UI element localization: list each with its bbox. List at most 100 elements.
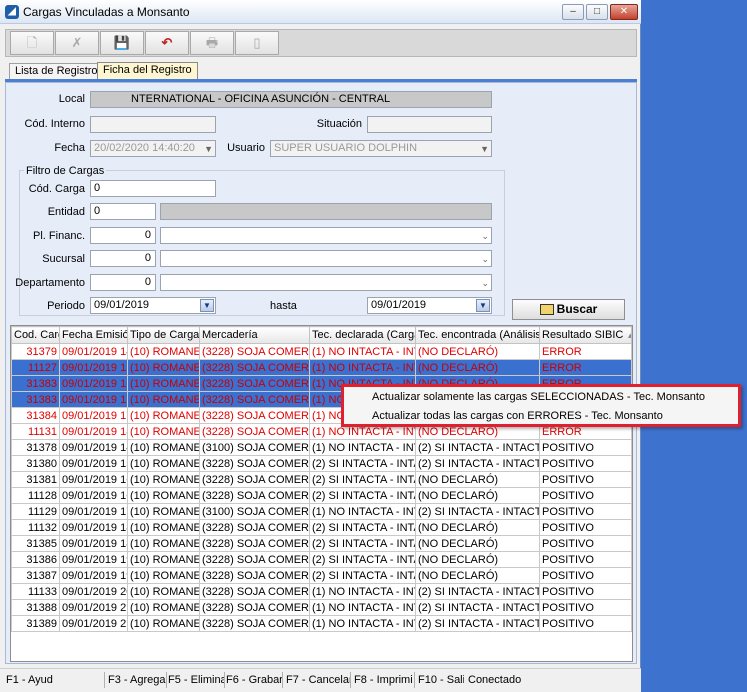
column-header[interactable]: Mercadería (199, 326, 310, 344)
table-cell: (1) NO INTACTA - INTA (309, 599, 416, 616)
tab-ficha-registro[interactable]: Ficha del Registro (97, 62, 198, 80)
menu-item-update-errors[interactable]: Actualizar todas las cargas con ERRORES … (372, 408, 663, 425)
table-cell: POSITIVO (539, 503, 632, 520)
table-row[interactable]: 3138609/01/2019 19(10) ROMANEO(3228) SOJ… (11, 551, 632, 568)
entidad-input[interactable]: 0 (90, 203, 156, 220)
pl-financ-input[interactable]: 0 (90, 227, 156, 244)
table-row[interactable]: 1112809/01/2019 16(10) ROMANEO(3228) SOJ… (11, 487, 632, 504)
table-row[interactable]: 1112909/01/2019 17(10) ROMANEO(3100) SOJ… (11, 503, 632, 520)
column-header[interactable]: Tec. encontrada (Análisis) (415, 326, 540, 344)
table-row[interactable]: 1113209/01/2019 18(10) ROMANEO(3228) SOJ… (11, 519, 632, 536)
table-cell: 09/01/2019 15 (59, 455, 128, 472)
table-row[interactable]: 3138909/01/2019 21(10) ROMANEO(3228) SOJ… (11, 615, 632, 632)
results-grid[interactable]: Cod. Carg Fecha Emisión Tipo de Carga Me… (10, 325, 633, 662)
table-cell: (10) ROMANEO (127, 359, 200, 376)
calendar-dropdown-icon[interactable]: ▼ (476, 299, 490, 312)
delete-icon[interactable]: ✗ (55, 31, 99, 55)
menu-item-update-selected[interactable]: Actualizar solamente las cargas SELECCIO… (372, 389, 705, 406)
table-row[interactable]: 3138109/01/2019 16(10) ROMANEO(3228) SOJ… (11, 471, 632, 488)
table-row[interactable]: 3138709/01/2019 19(10) ROMANEO(3228) SOJ… (11, 567, 632, 584)
column-header-sorted[interactable]: Resultado SIBIC ▲ (539, 326, 632, 344)
new-doc-icon[interactable]: 🗋 (10, 31, 54, 55)
undo-icon[interactable]: ↶ (145, 31, 189, 55)
search-button[interactable]: Buscar (512, 299, 625, 320)
table-row[interactable]: 3137809/01/2019 14(10) ROMANEO(3100) SOJ… (11, 439, 632, 456)
column-header-label: Resultado SIBIC (542, 329, 624, 341)
table-cell: (NO DECLARÓ) (415, 535, 540, 552)
table-cell: POSITIVO (539, 599, 632, 616)
table-cell: (1) NO INTACTA - INTA (309, 503, 416, 520)
table-cell: (3228) SOJA COMERCIA (199, 375, 310, 392)
table-cell: 09/01/2019 17 (59, 503, 128, 520)
table-cell: 09/01/2019 18 (59, 519, 128, 536)
table-cell: (2) SI INTACTA - INTAC (309, 551, 416, 568)
tab-strip: Lista de Registros Ficha del Registro (5, 62, 637, 80)
entidad-description (160, 203, 492, 220)
tab-lista-registros[interactable]: Lista de Registros (9, 63, 110, 80)
table-row[interactable]: 1112709/01/2019 15(10) ROMANEO(3228) SOJ… (11, 359, 632, 376)
table-cell: 09/01/2019 16 (59, 375, 128, 392)
cod-carga-label: Cód. Carga (28, 183, 85, 195)
table-cell: (2) SI INTACTA - INTAC (309, 471, 416, 488)
column-header[interactable]: Tipo de Carga (127, 326, 200, 344)
periodo-desde-input[interactable]: 09/01/2019 ▼ (90, 297, 216, 314)
table-cell: (10) ROMANEO (127, 439, 200, 456)
table-cell: (1) NO INTACTA - INTA (309, 583, 416, 600)
print-icon[interactable]: 🖶 (190, 31, 234, 55)
table-cell: 09/01/2019 14 (59, 343, 128, 360)
column-header[interactable]: Fecha Emisión (59, 326, 128, 344)
pl-financ-select[interactable]: ⌄ (160, 227, 492, 244)
table-cell: (2) SI INTACTA - INTAC (309, 567, 416, 584)
table-cell: POSITIVO (539, 551, 632, 568)
table-cell: (3228) SOJA COMERCIA (199, 519, 310, 536)
minimize-button[interactable]: – (562, 4, 584, 20)
table-cell: (NO DECLARÓ) (415, 343, 540, 360)
table-cell: (3228) SOJA COMERCIA (199, 343, 310, 360)
app-window: ◢ Cargas Vinculadas a Monsanto – □ ✕ 🗋 ✗… (0, 0, 641, 692)
table-cell: 31379 (11, 343, 60, 360)
status-item: F5 - Elimina (168, 674, 224, 686)
table-row[interactable]: 3138509/01/2019 18(10) ROMANEO(3228) SOJ… (11, 535, 632, 552)
table-cell: POSITIVO (539, 615, 632, 632)
cod-carga-input[interactable]: 0 (90, 180, 216, 197)
fecha-value: 20/02/2020 14:40:20 (94, 142, 195, 154)
context-menu: Actualizar solamente las cargas SELECCIO… (341, 384, 741, 427)
table-row[interactable]: 3138009/01/2019 15(10) ROMANEO(3228) SOJ… (11, 455, 632, 472)
exit-door-icon[interactable]: ▯ (235, 31, 279, 55)
chevron-down-icon: ⌄ (481, 254, 489, 264)
departamento-select[interactable]: ⌄ (160, 274, 492, 291)
status-item: F8 - Imprimi (354, 674, 413, 686)
table-cell: POSITIVO (539, 487, 632, 504)
table-cell: 31389 (11, 615, 60, 632)
periodo-hasta-input[interactable]: 09/01/2019 ▼ (367, 297, 492, 314)
table-cell: 09/01/2019 16 (59, 471, 128, 488)
save-icon[interactable]: 💾 (100, 31, 144, 55)
status-separator (282, 672, 283, 688)
departamento-input[interactable]: 0 (90, 274, 156, 291)
title-bar: ◢ Cargas Vinculadas a Monsanto – □ ✕ (0, 0, 641, 24)
departamento-label: Departamento (15, 277, 85, 289)
column-header[interactable]: Cod. Carg (11, 326, 60, 344)
table-cell: 31388 (11, 599, 60, 616)
chevron-down-icon: ⌄ (481, 278, 489, 288)
table-cell: (3228) SOJA COMERCIA (199, 359, 310, 376)
table-row[interactable]: 3138809/01/2019 21(10) ROMANEO(3228) SOJ… (11, 599, 632, 616)
table-cell: (10) ROMANEO (127, 567, 200, 584)
results-table: Cod. Carg Fecha Emisión Tipo de Carga Me… (11, 326, 632, 632)
status-separator (414, 672, 415, 688)
table-cell: (3228) SOJA COMERCIA (199, 455, 310, 472)
close-button[interactable]: ✕ (610, 4, 638, 20)
sucursal-input[interactable]: 0 (90, 250, 156, 267)
sucursal-select[interactable]: ⌄ (160, 250, 492, 267)
column-header[interactable]: Tec. declarada (Carga) (309, 326, 416, 344)
table-cell: 09/01/2019 15 (59, 359, 128, 376)
local-label: Local (58, 93, 85, 105)
table-cell: (2) SI INTACTA - INTACTA (415, 599, 540, 616)
situacion-field (367, 116, 492, 133)
maximize-button[interactable]: □ (586, 4, 608, 20)
calendar-dropdown-icon[interactable]: ▼ (200, 299, 214, 312)
table-cell: (10) ROMANEO (127, 519, 200, 536)
usuario-label: Usuario (227, 142, 265, 154)
table-row[interactable]: 3137909/01/2019 14(10) ROMANEO(3228) SOJ… (11, 343, 632, 360)
table-row[interactable]: 1113309/01/2019 20(10) ROMANEO(3228) SOJ… (11, 583, 632, 600)
